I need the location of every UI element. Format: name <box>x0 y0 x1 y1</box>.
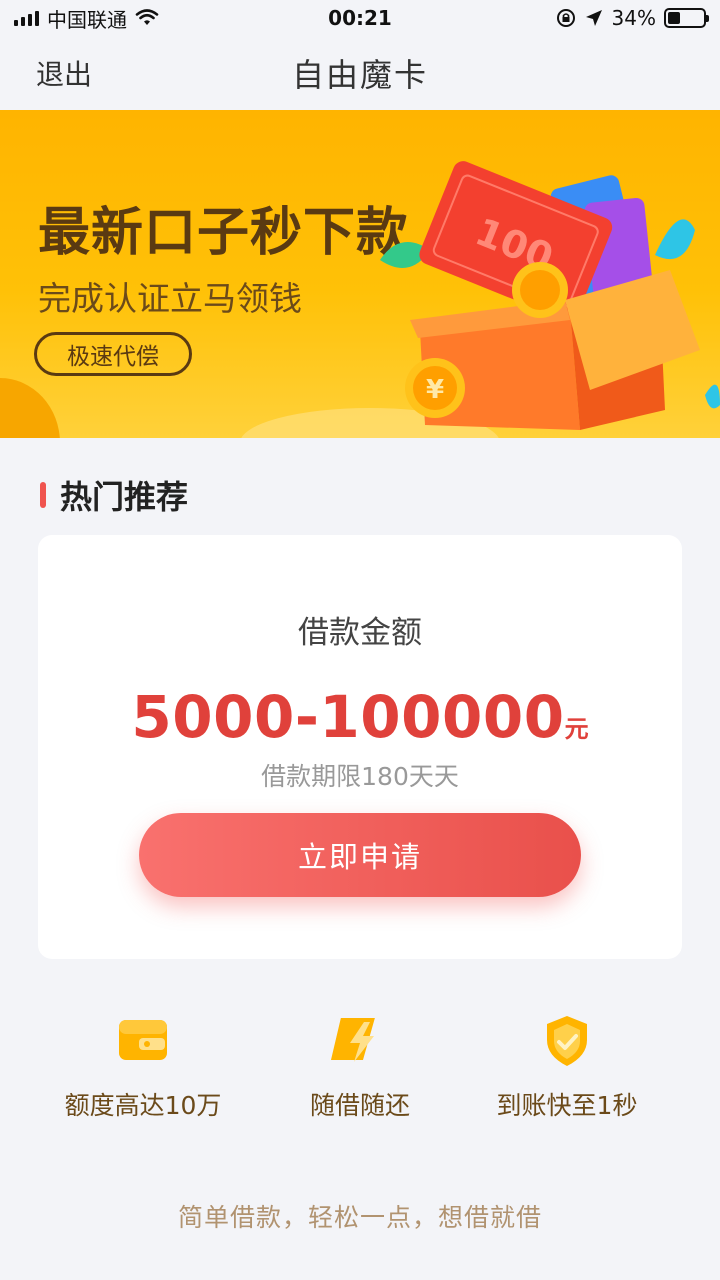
feature-item-limit: 额度高达10万 <box>33 1010 253 1122</box>
shield-icon <box>537 1010 597 1070</box>
loan-card: 借款金额 5000-100000元 借款期限180天天 立即申请 <box>38 535 682 959</box>
wallet-icon <box>113 1010 173 1070</box>
rotation-lock-icon <box>556 9 575 27</box>
banner-subtitle: 完成认证立马领钱 <box>38 279 302 318</box>
feature-list: 额度高达10万 随借随还 到账快至1秒 <box>0 1010 720 1130</box>
wifi-icon <box>135 9 159 25</box>
nav-bar: 退出 自由魔卡 <box>0 36 720 110</box>
loan-amount-unit: 元 <box>564 715 589 743</box>
feature-item-flexible: 随借随还 <box>250 1010 470 1122</box>
battery-percent: 34% <box>611 6 656 30</box>
banner-hill-decoration <box>0 378 60 438</box>
section-header: 热门推荐 <box>40 472 188 518</box>
feature-item-fast: 到账快至1秒 <box>457 1010 677 1122</box>
banner-title: 最新口子秒下款 <box>38 203 410 263</box>
feature-label: 到账快至1秒 <box>496 1091 638 1120</box>
loan-amount-label: 借款金额 <box>298 615 422 651</box>
apply-now-button[interactable]: 立即申请 <box>139 813 581 897</box>
banner-fast-button[interactable]: 极速代偿 <box>34 332 192 376</box>
loan-term: 借款期限180天天 <box>261 762 459 791</box>
status-right: 34% <box>556 6 709 30</box>
section-accent-bar <box>40 482 46 508</box>
loan-amount: 5000-100000元 <box>38 683 682 751</box>
feature-label: 额度高达10万 <box>64 1091 222 1120</box>
exit-button[interactable]: 退出 <box>36 53 92 93</box>
battery-icon <box>664 8 709 28</box>
page-title: 自由魔卡 <box>291 56 428 94</box>
signal-icon <box>14 10 39 26</box>
loan-amount-range: 5000-100000 <box>131 683 565 751</box>
carrier-name: 中国联通 <box>47 7 127 32</box>
promo-banner[interactable]: 最新口子秒下款 完成认证立马领钱 极速代偿 100 ¥ <box>0 110 720 438</box>
footer-slogan: 简单借款，轻松一点，想借就借 <box>177 1203 542 1232</box>
gift-box-illustration: 100 ¥ <box>380 161 720 430</box>
status-left: 中国联通 <box>14 4 159 33</box>
section-title: 热门推荐 <box>60 478 189 516</box>
feature-label: 随借随还 <box>309 1091 410 1120</box>
location-arrow-icon <box>585 10 602 26</box>
svg-text:¥: ¥ <box>426 375 444 405</box>
status-bar: 中国联通 00:21 34% <box>0 0 720 36</box>
lightning-icon <box>330 1010 390 1070</box>
